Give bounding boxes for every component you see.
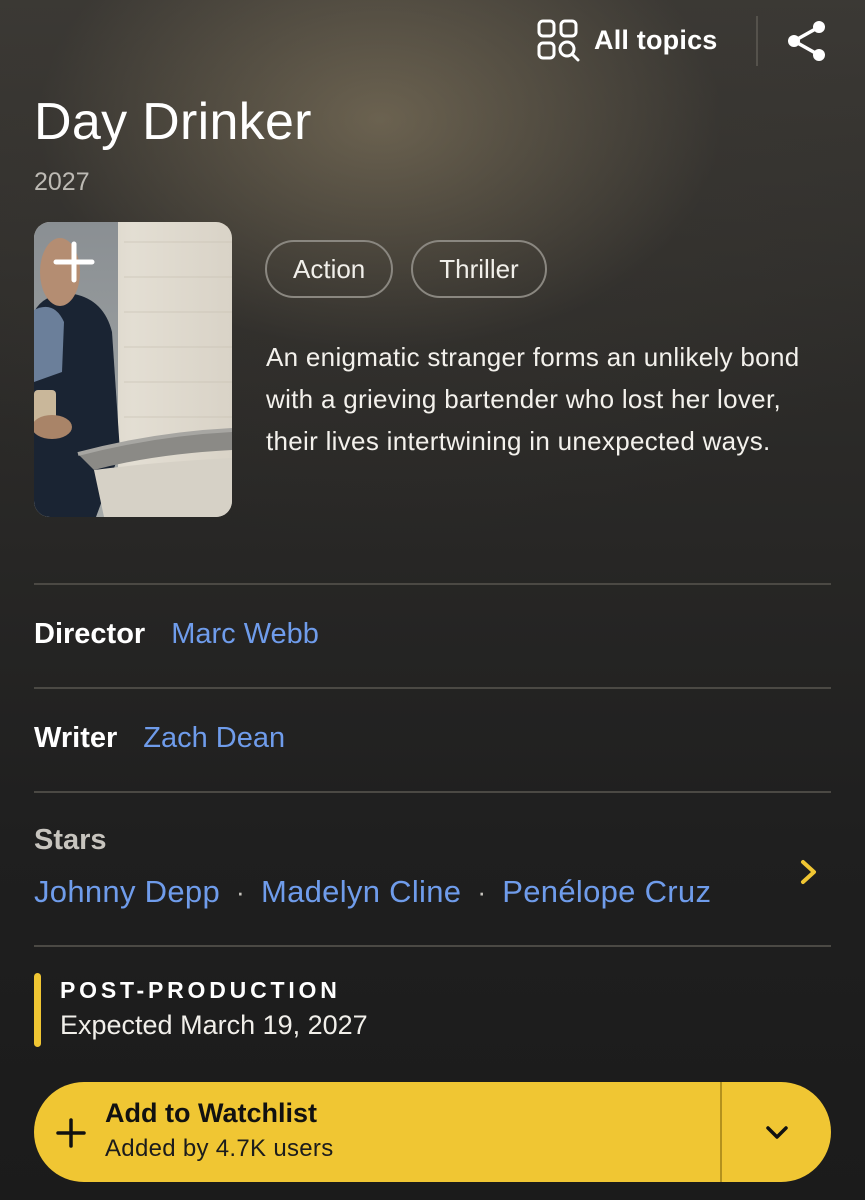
status-accent-bar: [34, 973, 41, 1047]
share-button[interactable]: [784, 18, 830, 64]
writer-link[interactable]: Zach Dean: [143, 722, 285, 755]
star-link[interactable]: Madelyn Cline: [261, 874, 461, 910]
add-to-watchlist-button[interactable]: Add to Watchlist Added by 4.7K users: [34, 1082, 720, 1182]
top-bar: All topics: [0, 0, 865, 84]
stars-label: Stars: [34, 824, 107, 856]
page-title: Day Drinker: [34, 93, 312, 151]
star-link[interactable]: Johnny Depp: [34, 874, 220, 910]
separator-dot: ·: [236, 876, 245, 907]
add-to-list-button[interactable]: [46, 234, 102, 290]
plot-summary[interactable]: An enigmatic stranger forms an unlikely …: [266, 336, 826, 462]
share-icon: [788, 21, 825, 61]
divider: [34, 945, 831, 947]
all-topics-label: All topics: [594, 24, 718, 55]
genre-chips: Action Thriller: [265, 240, 547, 298]
writer-label: Writer: [34, 722, 118, 754]
chevron-right-icon: [801, 860, 816, 884]
watchlist-count: Added by 4.7K users: [105, 1135, 334, 1162]
director-row: Director Marc Webb: [34, 618, 319, 651]
writer-row: Writer Zach Dean: [34, 722, 285, 755]
plus-icon: [53, 241, 95, 283]
watchlist-dropdown-button[interactable]: [722, 1082, 831, 1182]
chevron-down-icon: [766, 1126, 788, 1139]
stars-list: Johnny Depp · Madelyn Cline · Penélope C…: [34, 874, 711, 910]
expected-release-date: Expected March 19, 2027: [60, 1010, 368, 1040]
header-divider: [756, 16, 758, 66]
divider: [34, 583, 831, 585]
star-link[interactable]: Penélope Cruz: [502, 874, 711, 910]
watchlist-title: Add to Watchlist: [105, 1098, 317, 1128]
plus-icon: [56, 1118, 86, 1148]
divider: [34, 791, 831, 793]
stars-more-button[interactable]: [792, 852, 826, 892]
release-year: 2027: [34, 168, 90, 196]
genre-chip-thriller[interactable]: Thriller: [411, 240, 547, 298]
separator-dot: ·: [477, 876, 487, 907]
poster-image[interactable]: [34, 222, 232, 517]
director-label: Director: [34, 618, 146, 650]
genre-chip-action[interactable]: Action: [265, 240, 394, 298]
director-link[interactable]: Marc Webb: [171, 618, 319, 651]
watchlist-button-group: Add to Watchlist Added by 4.7K users: [34, 1082, 831, 1182]
grid-search-icon: [537, 19, 580, 62]
all-topics-button[interactable]: All topics: [536, 16, 718, 64]
production-status-label: POST-PRODUCTION: [60, 977, 341, 1003]
divider: [34, 687, 831, 689]
